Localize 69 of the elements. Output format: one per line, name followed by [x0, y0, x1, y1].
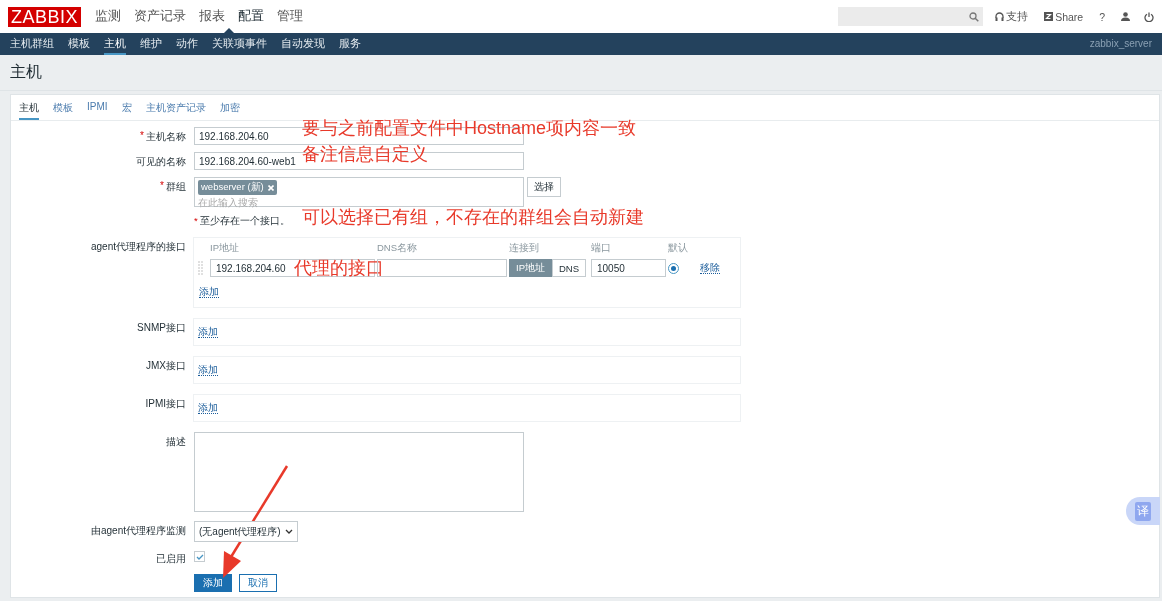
add-link[interactable]: 添加	[198, 326, 218, 338]
submenu-item[interactable]: 维护	[140, 33, 162, 55]
remove-link[interactable]: 移除	[700, 262, 720, 274]
submenu-item[interactable]: 自动发现	[281, 33, 325, 55]
page-title: 主机	[0, 55, 1162, 91]
note-text: 至少存在一个接口。	[199, 215, 290, 228]
add-link[interactable]: 添加	[198, 364, 218, 376]
field-label: 描述	[166, 435, 186, 449]
submenu-item[interactable]: 动作	[176, 33, 198, 55]
submenu-item[interactable]: 主机群组	[10, 33, 54, 55]
column-header: 端口	[591, 242, 612, 255]
search-placeholder: 在此输入搜索	[198, 197, 258, 210]
close-icon[interactable]	[267, 184, 274, 191]
power-icon[interactable]	[1144, 11, 1154, 22]
add-link[interactable]: 添加	[199, 286, 219, 298]
column-header: IP地址	[210, 242, 240, 255]
port-input[interactable]: 10050	[591, 259, 666, 277]
header-link[interactable]: Share	[1055, 10, 1084, 23]
column-header: 连接到	[509, 242, 540, 255]
proxy-select[interactable]: (无agent代理程序)	[194, 521, 298, 542]
header-link[interactable]: 支持	[1006, 9, 1029, 24]
drag-handle-icon[interactable]	[198, 261, 203, 275]
server-name: zabbix_server	[1089, 37, 1152, 51]
cancel-button[interactable]: 取消	[239, 574, 277, 592]
group-tag: webserver (新)	[198, 180, 277, 195]
search-icon	[969, 11, 980, 22]
required-mark: *	[194, 215, 198, 228]
field-label: 已启用	[156, 552, 186, 566]
headset-icon	[995, 11, 1005, 22]
field-label: 由agent代理程序监测	[90, 524, 186, 538]
select-button[interactable]: 选择	[527, 177, 561, 197]
menu-item[interactable]: 管理	[277, 8, 304, 25]
submenu-item[interactable]: 关联项事件	[212, 33, 267, 55]
connect-toggle[interactable]: DNS	[552, 259, 587, 277]
submenu-item[interactable]: 主机	[104, 33, 126, 55]
add-link[interactable]: 添加	[198, 402, 218, 414]
tab[interactable]: IPMI	[87, 99, 108, 120]
submenu-item[interactable]: 模板	[68, 33, 90, 55]
search-field[interactable]	[838, 7, 984, 26]
annotation-text: 代理的接口	[294, 259, 384, 277]
tab[interactable]: 加密	[219, 99, 240, 120]
annotation-text: 可以选择已有组，不存在的群组会自动新建	[302, 208, 644, 226]
field-label: SNMP接口	[137, 321, 186, 335]
field-label: IPMI接口	[145, 397, 186, 411]
column-header: 默认	[668, 242, 689, 255]
tab[interactable]: 主机	[19, 99, 39, 120]
add-button[interactable]: 添加	[194, 574, 232, 592]
column-header: DNS名称	[377, 242, 419, 255]
required-mark: *	[160, 180, 164, 193]
tab[interactable]: 模板	[53, 99, 73, 120]
menu-item[interactable]: 配置	[238, 8, 265, 25]
menu-item[interactable]: 监测	[95, 8, 122, 25]
help-link[interactable]: ?	[1099, 10, 1105, 23]
field-label: 主机名称	[146, 130, 186, 144]
tab[interactable]: 宏	[121, 99, 132, 120]
field-label: agent代理程序的接口	[90, 240, 186, 254]
tab[interactable]: 主机资产记录	[145, 99, 206, 120]
menu-item[interactable]: 报表	[199, 8, 226, 25]
share-logo-icon	[1044, 12, 1054, 21]
enabled-checkbox[interactable]	[194, 551, 205, 562]
zabbix-logo[interactable]: ZABBIX	[8, 6, 82, 27]
required-mark: *	[140, 130, 144, 143]
field-label: 群组	[166, 180, 186, 194]
submenu-item[interactable]: 服务	[339, 33, 361, 55]
field-label: 可见的名称	[136, 155, 186, 169]
user-icon[interactable]	[1121, 12, 1130, 21]
field-label: JMX接口	[146, 359, 186, 373]
chevron-down-icon	[284, 529, 293, 534]
menu-item[interactable]: 资产记录	[134, 8, 187, 25]
